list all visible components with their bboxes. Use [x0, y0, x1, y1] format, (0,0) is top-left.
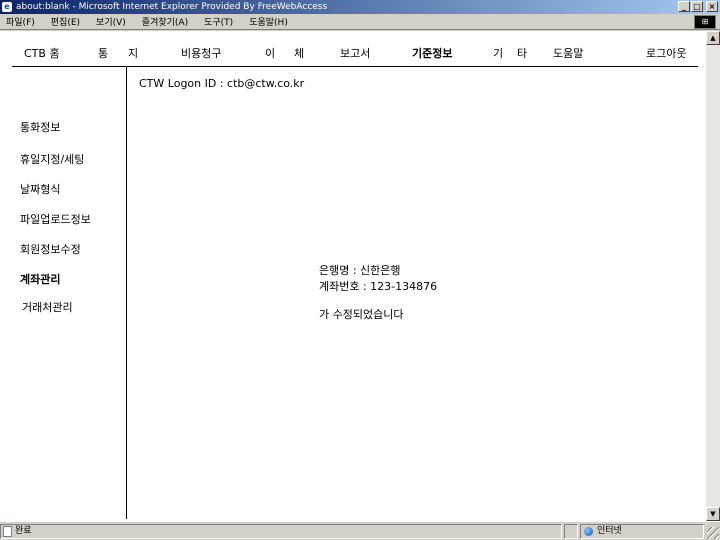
sidebar-item-partners[interactable]: 거래처관리 [22, 299, 73, 315]
close-button[interactable]: × [706, 1, 718, 12]
window-titlebar: e about:blank - Microsoft Internet Explo… [0, 0, 720, 14]
nav-ctb-home[interactable]: CTB 홈 [24, 45, 60, 61]
ie-icon: e [2, 2, 12, 12]
nav-etc-2[interactable]: 타 [517, 45, 527, 61]
windows-logo-icon: ⊞ [694, 15, 716, 29]
nav-reports[interactable]: 보고서 [340, 45, 370, 61]
nav-logout[interactable]: 로그아웃 [646, 45, 686, 61]
sidebar-item-file-upload[interactable]: 파일업로드정보 [20, 211, 91, 227]
nav-transfer-1[interactable]: 이 [265, 45, 275, 61]
resize-grip-icon[interactable] [707, 527, 719, 539]
menu-help[interactable]: 도움말(H) [249, 15, 288, 28]
sidebar-divider [126, 67, 127, 519]
nav-etc-1[interactable]: 기 [493, 45, 503, 61]
sidebar-item-accounts[interactable]: 계좌관리 [20, 271, 60, 287]
scroll-up-icon[interactable]: ▲ [706, 31, 720, 45]
page-icon [3, 526, 12, 537]
menu-view[interactable]: 보기(V) [96, 15, 126, 28]
nav-notice-1[interactable]: 통 [98, 45, 108, 61]
menu-edit[interactable]: 편집(E) [51, 15, 80, 28]
success-message: 가 수정되었습니다 [319, 308, 404, 321]
status-text: 완료 [15, 526, 32, 536]
sidebar-item-currency[interactable]: 통화정보 [20, 119, 60, 135]
nav-master-data[interactable]: 기준정보 [412, 45, 452, 61]
nav-divider [12, 66, 698, 67]
bank-name: 은행명 : 신한은행 [319, 264, 401, 277]
status-text-panel: 완료 [0, 524, 562, 539]
nav-notice-2[interactable]: 지 [128, 45, 138, 61]
maximize-button[interactable]: □ [691, 1, 703, 12]
sidebar-item-member-edit[interactable]: 회원정보수정 [20, 241, 81, 257]
window-controls: _ □ × [678, 1, 718, 12]
status-bar: 완료 인터넷 [0, 521, 720, 540]
logon-id: CTW Logon ID : ctb@ctw.co.kr [139, 77, 305, 90]
menu-favorites[interactable]: 즐겨찾기(A) [142, 15, 188, 28]
top-navigation: CTB 홈 통 지 비용청구 이 체 보고서 기준정보 기 타 도움말 로그아웃 [0, 42, 706, 62]
window-title: about:blank - Microsoft Internet Explore… [16, 2, 328, 12]
menu-tools[interactable]: 도구(T) [204, 15, 233, 28]
nav-billing[interactable]: 비용청구 [181, 45, 221, 61]
minimize-button[interactable]: _ [678, 1, 690, 12]
result-panel: 은행명 : 신한은행 계좌번호 : 123-134876 가 수정되었습니다 [319, 263, 437, 323]
nav-help[interactable]: 도움말 [553, 45, 583, 61]
nav-transfer-2[interactable]: 체 [294, 45, 304, 61]
sidebar-item-holidays[interactable]: 휴일지정/세팅 [20, 151, 84, 167]
scroll-down-icon[interactable]: ▼ [706, 507, 720, 521]
globe-icon [584, 527, 593, 536]
browser-menubar: 파일(F) 편집(E) 보기(V) 즐겨찾기(A) 도구(T) 도움말(H) ⊞ [0, 14, 720, 30]
vertical-scrollbar[interactable]: ▲ ▼ [706, 31, 720, 521]
status-cell [564, 524, 578, 539]
account-number: 계좌번호 : 123-134876 [319, 280, 438, 293]
sidebar-item-date-format[interactable]: 날짜형식 [20, 181, 60, 197]
zone-label: 인터넷 [597, 526, 622, 536]
menu-file[interactable]: 파일(F) [6, 15, 35, 28]
security-zone: 인터넷 [580, 524, 704, 539]
page-viewport: CTB 홈 통 지 비용청구 이 체 보고서 기준정보 기 타 도움말 로그아웃… [0, 31, 706, 521]
